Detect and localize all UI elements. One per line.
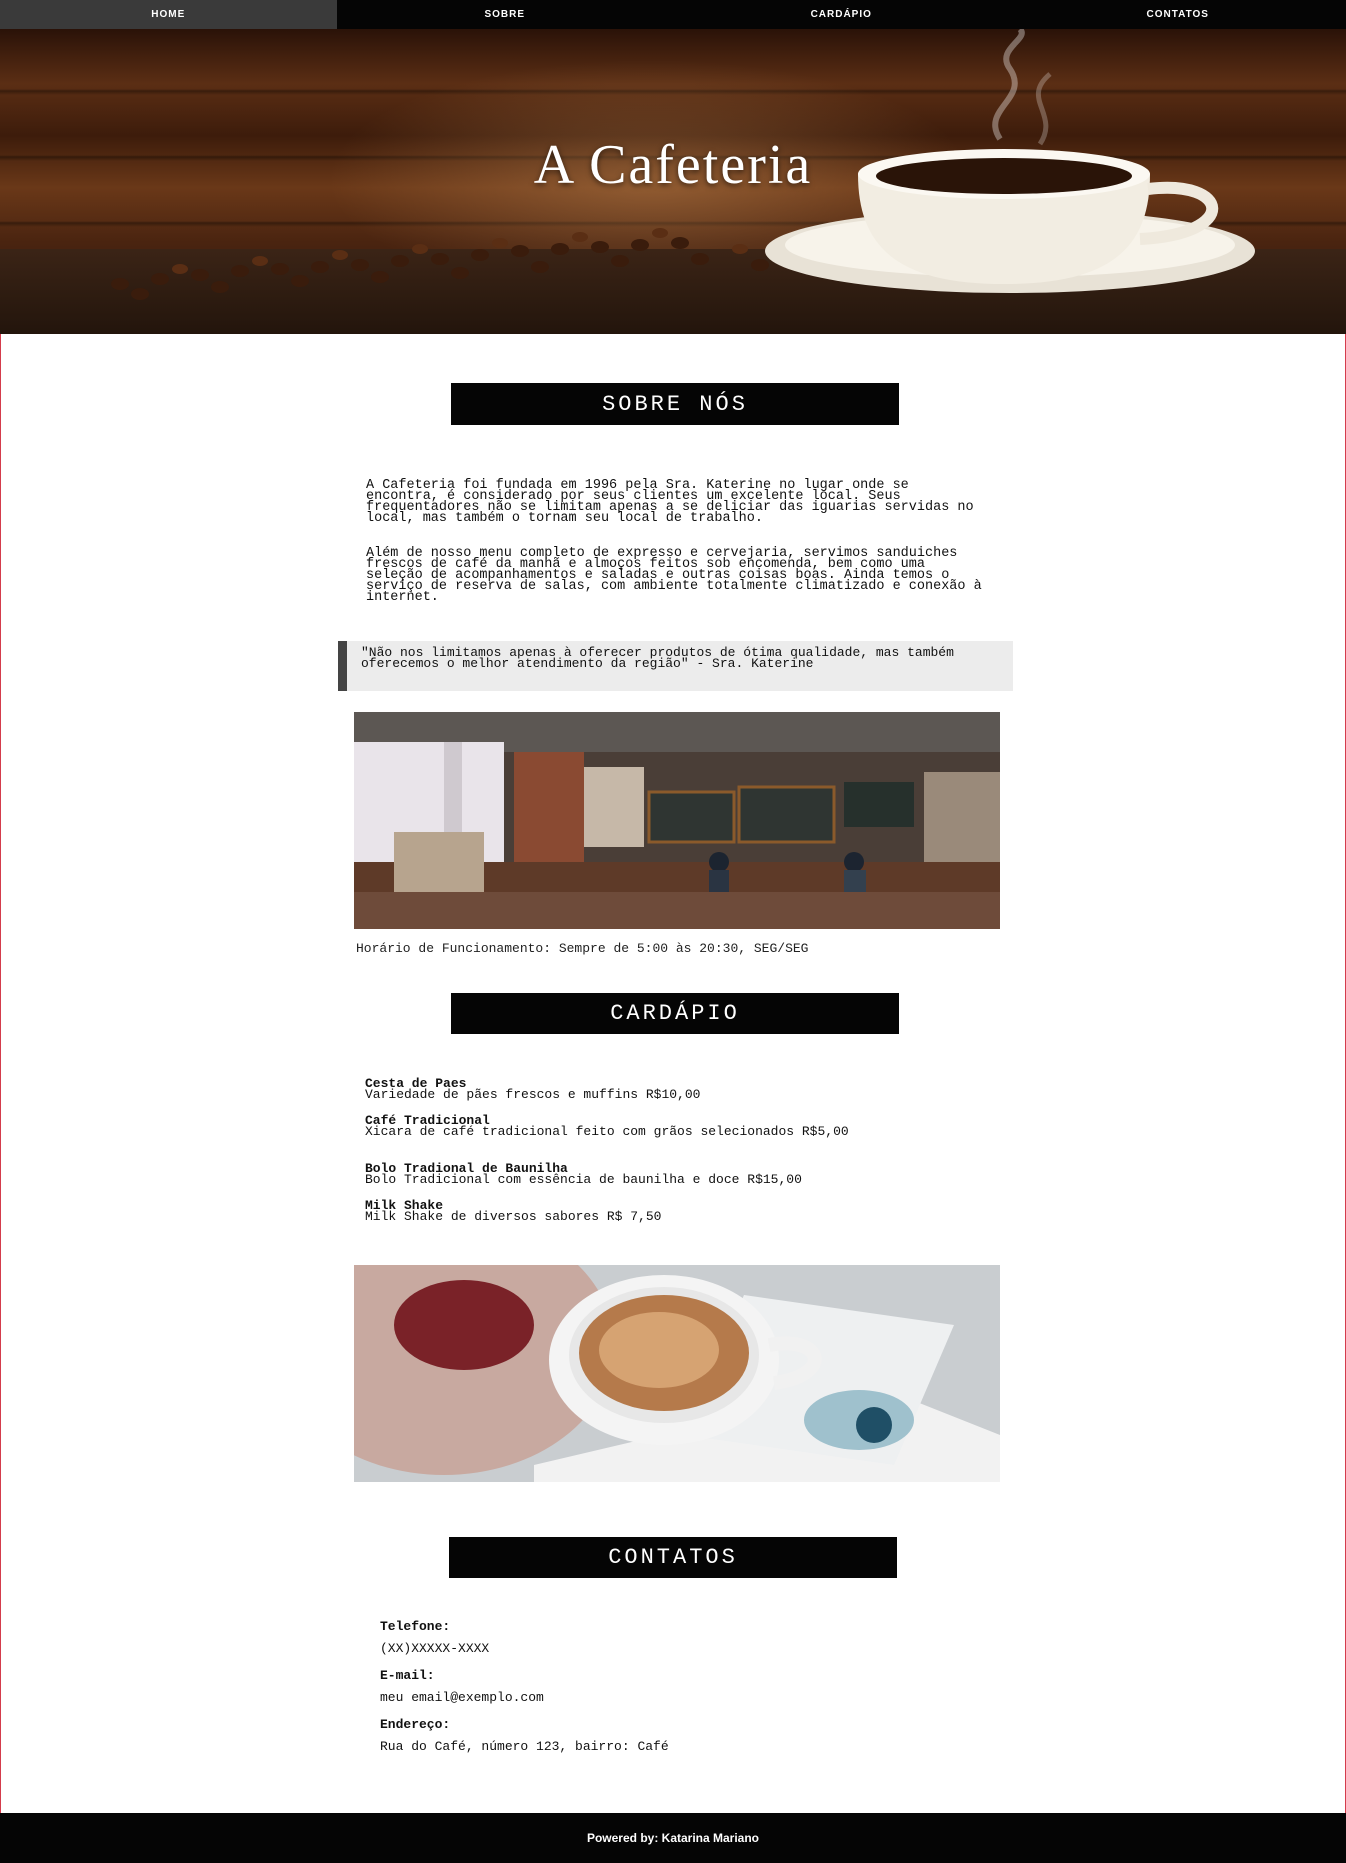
section-heading-cardapio: CARDÁPIO — [451, 993, 899, 1034]
hero-banner: A Cafeteria — [0, 29, 1346, 334]
cafe-interior-photo — [354, 712, 1000, 929]
about-quote: "Não nos limitamos apenas à oferecer pro… — [338, 641, 1013, 691]
email-value[interactable]: meu email@exemplo.com — [380, 1690, 544, 1705]
section-heading-sobre: SOBRE NÓS — [451, 383, 899, 425]
nav-item-cardapio[interactable]: CARDÁPIO — [673, 0, 1010, 29]
address-value: Rua do Café, número 123, bairro: Café — [380, 1739, 669, 1754]
hero-title: A Cafeteria — [533, 134, 813, 196]
address-label: Endereço: — [380, 1717, 451, 1732]
coffee-cup-photo-illustration — [354, 1265, 1000, 1482]
cafe-interior-illustration — [354, 712, 1000, 929]
nav-item-sobre[interactable]: SOBRE — [337, 0, 674, 29]
menu-item: Cesta de Paes Variedade de pães frescos … — [365, 1077, 1005, 1102]
phone-value: (XX)XXXXX-XXXX — [380, 1641, 490, 1656]
top-nav: HOME SOBRE CARDÁPIO CONTATOS — [0, 0, 1346, 29]
coffee-cup-photo — [354, 1265, 1000, 1482]
menu-item: Café Tradicional Xicara de café tradicio… — [365, 1114, 1005, 1139]
menu-item: Milk Shake Milk Shake de diversos sabore… — [365, 1199, 1005, 1224]
menu-item-desc: Xicara de café tradicional feito com grã… — [365, 1124, 849, 1139]
nav-item-home[interactable]: HOME — [0, 0, 337, 29]
menu-item: Bolo Tradional de Baunilha Bolo Tradicio… — [365, 1162, 1005, 1187]
nav-item-contatos[interactable]: CONTATOS — [1010, 0, 1346, 29]
email-label: E-mail: — [380, 1668, 435, 1683]
menu-item-desc: Milk Shake de diversos sabores R$ 7,50 — [365, 1209, 662, 1224]
section-heading-contatos: CONTATOS — [449, 1537, 897, 1578]
about-paragraph-1: A Cafeteria foi fundada em 1996 pela Sra… — [366, 478, 974, 526]
menu-item-desc: Bolo Tradicional com essência de baunilh… — [365, 1172, 802, 1187]
phone-label: Telefone: — [380, 1619, 451, 1634]
footer-credit: Powered by: Katarina Mariano — [586, 1831, 760, 1845]
about-paragraph-2: Além de nosso menu completo de expresso … — [366, 546, 982, 605]
menu-item-desc: Variedade de pães frescos e muffins R$10… — [365, 1087, 701, 1102]
page-footer: Powered by: Katarina Mariano — [0, 1813, 1346, 1863]
opening-hours: Horário de Funcionamento: Sempre de 5:00… — [356, 941, 809, 956]
